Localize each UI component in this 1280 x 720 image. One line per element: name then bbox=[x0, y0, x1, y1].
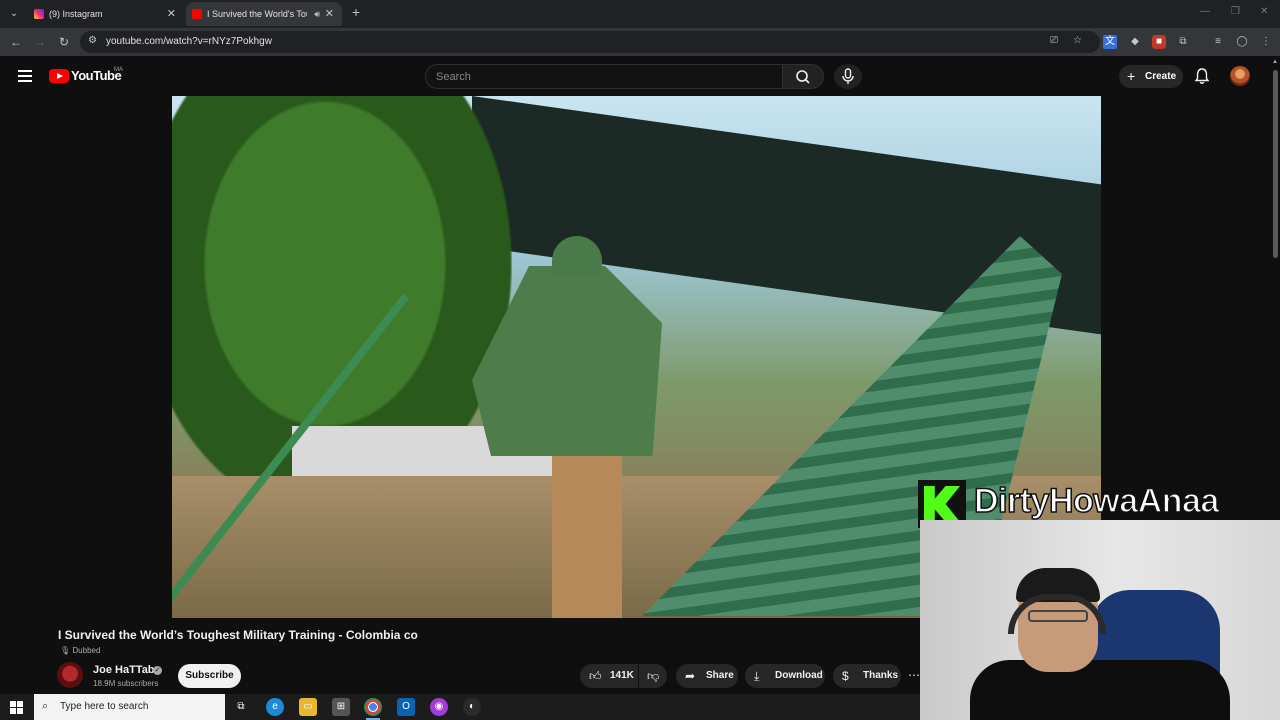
channel-avatar[interactable] bbox=[57, 662, 83, 688]
dislike-button[interactable]: 👎︎ bbox=[639, 664, 667, 688]
dubbed-icon: 🎙︎ bbox=[60, 646, 71, 655]
dubbed-badge: 🎙︎ Dubbed bbox=[60, 646, 100, 655]
extension-icon[interactable]: ◆ bbox=[1128, 35, 1142, 49]
windows-taskbar: ⌕ Type here to search ⧉ e ▭ ⊞ O ◉ ◐ bbox=[0, 694, 920, 720]
verified-icon: ✓ bbox=[153, 666, 162, 675]
file-explorer-icon[interactable]: ▭ bbox=[299, 698, 317, 716]
tab-youtube[interactable]: I Survived the World's Toug 🔊︎ ✕ bbox=[186, 2, 342, 26]
create-button[interactable]: + Create bbox=[1119, 65, 1183, 88]
share-label: Share bbox=[706, 670, 734, 681]
extensions-puzzle-icon[interactable]: ⧉ bbox=[1176, 35, 1190, 49]
voice-search-button[interactable] bbox=[834, 64, 862, 89]
youtube-masthead: YouTube MA Search + Create bbox=[0, 56, 1270, 96]
plus-icon: + bbox=[1127, 68, 1136, 84]
create-label: Create bbox=[1145, 71, 1177, 82]
soldier-helmet bbox=[552, 236, 602, 276]
soldier-pants bbox=[552, 456, 622, 618]
microphone-icon bbox=[842, 68, 854, 84]
share-icon: ➦ bbox=[685, 669, 696, 683]
reload-button[interactable]: ↻ bbox=[56, 34, 72, 50]
scroll-thumb[interactable] bbox=[1273, 70, 1278, 258]
youtube-icon bbox=[192, 9, 202, 19]
profile-icon[interactable]: ◯ bbox=[1235, 35, 1249, 49]
thanks-label: Thanks bbox=[863, 670, 899, 681]
thanks-button[interactable]: $ Thanks bbox=[833, 664, 901, 688]
streamer-name: DirtyHowaAnaa bbox=[973, 481, 1220, 521]
url-text[interactable]: youtube.com/watch?v=rNYz7Pokhgw bbox=[106, 36, 272, 47]
video-title: I Survived the World’s Toughest Military… bbox=[58, 628, 418, 642]
close-tab-icon[interactable]: ✕ bbox=[325, 2, 334, 26]
more-actions-icon[interactable]: ⋯ bbox=[908, 664, 920, 688]
search-icon bbox=[796, 70, 810, 84]
download-button[interactable]: ⤓ Download bbox=[745, 664, 825, 688]
maximize-icon[interactable]: ❐ bbox=[1231, 6, 1240, 17]
kick-logo-mark bbox=[924, 486, 960, 522]
speaker-icon[interactable]: 🔊︎ bbox=[314, 2, 320, 26]
share-button[interactable]: ➦ Share bbox=[676, 664, 738, 688]
like-count: 141K bbox=[610, 670, 634, 681]
messenger-icon[interactable]: ◉ bbox=[430, 698, 448, 716]
search-button[interactable] bbox=[782, 64, 824, 89]
webcam-feed bbox=[920, 520, 1280, 720]
taskbar-search-placeholder: Type here to search bbox=[60, 701, 149, 712]
bookmark-star-icon[interactable]: ☆ bbox=[1073, 35, 1082, 46]
media-control-icon[interactable]: ≡ bbox=[1211, 35, 1225, 49]
browser-tabstrip: ⌄ (9) Instagram ✕ I Survived the World's… bbox=[0, 0, 1280, 28]
bell-icon bbox=[1194, 68, 1210, 84]
youtube-play-icon bbox=[49, 69, 69, 83]
thumbs-up-icon: 👍︎ bbox=[589, 669, 602, 683]
streamer-body bbox=[970, 660, 1230, 720]
install-app-icon[interactable]: ⎚ bbox=[1050, 35, 1058, 46]
soldier-jacket bbox=[472, 266, 662, 456]
obs-icon[interactable]: ◐ bbox=[463, 698, 481, 716]
search-placeholder: Search bbox=[436, 71, 471, 83]
search-icon: ⌕ bbox=[42, 700, 49, 712]
download-label: Download bbox=[775, 670, 823, 681]
search-input[interactable]: Search bbox=[425, 64, 783, 89]
thanks-icon: $ bbox=[842, 669, 849, 683]
translate-extension-icon[interactable]: 文 bbox=[1103, 35, 1117, 49]
store-icon[interactable]: ⊞ bbox=[332, 698, 350, 716]
taskbar-search-input[interactable]: ⌕ Type here to search bbox=[34, 694, 225, 720]
address-bar[interactable]: ⚙ youtube.com/watch?v=rNYz7Pokhgw ⎚ ☆ bbox=[80, 31, 1100, 53]
windows-start-icon[interactable] bbox=[10, 701, 23, 714]
download-icon: ⤓ bbox=[754, 669, 760, 683]
subscribe-button[interactable]: Subscribe bbox=[178, 664, 241, 688]
outlook-icon[interactable]: O bbox=[397, 698, 415, 716]
dubbed-label: Dubbed bbox=[72, 646, 101, 655]
site-info-icon[interactable]: ⚙ bbox=[88, 35, 97, 46]
like-button[interactable]: 👍︎ 141K bbox=[580, 664, 638, 688]
close-tab-icon[interactable]: ✕ bbox=[167, 2, 176, 26]
back-button[interactable]: ← bbox=[8, 34, 24, 50]
adblock-extension-icon[interactable]: ■ bbox=[1152, 35, 1166, 49]
country-code: MA bbox=[114, 67, 123, 73]
task-view-icon[interactable]: ⧉ bbox=[232, 698, 250, 716]
forward-button[interactable]: → bbox=[32, 34, 48, 50]
menu-icon[interactable] bbox=[18, 70, 32, 82]
tab-title: I Survived the World's Toug bbox=[207, 9, 307, 19]
close-window-icon[interactable]: ✕ bbox=[1260, 6, 1268, 17]
thumbs-down-icon: 👎︎ bbox=[647, 669, 660, 683]
channel-name[interactable]: Joe HaTTab bbox=[93, 664, 155, 676]
browser-menu-icon[interactable]: ⋮ bbox=[1259, 35, 1273, 49]
new-tab-button[interactable]: + bbox=[348, 4, 364, 20]
tab-search-icon[interactable]: ⌄ bbox=[6, 6, 22, 22]
glasses bbox=[1028, 610, 1088, 622]
subscriber-count: 18.9M subscribers bbox=[93, 679, 159, 688]
notifications-button[interactable] bbox=[1193, 67, 1211, 85]
edge-icon[interactable]: e bbox=[266, 698, 284, 716]
account-avatar[interactable] bbox=[1230, 66, 1250, 86]
tab-title: (9) Instagram bbox=[49, 9, 103, 19]
minimize-icon[interactable]: — bbox=[1200, 6, 1210, 17]
tab-instagram[interactable]: (9) Instagram ✕ bbox=[28, 2, 184, 26]
chrome-icon[interactable] bbox=[364, 698, 382, 720]
video-frame-soldier bbox=[472, 236, 662, 618]
browser-toolbar: ← → ↻ ⚙ youtube.com/watch?v=rNYz7Pokhgw … bbox=[0, 28, 1280, 56]
instagram-icon bbox=[34, 9, 44, 19]
scroll-up-icon[interactable]: ▲ bbox=[1272, 59, 1278, 65]
